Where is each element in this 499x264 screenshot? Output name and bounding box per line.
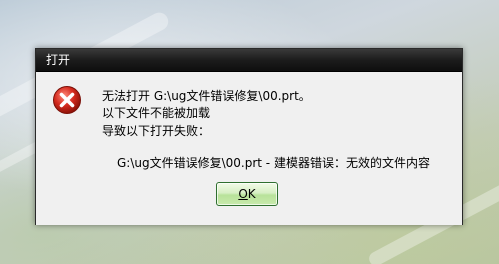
ok-label-rest: K <box>247 187 256 201</box>
ok-button[interactable]: OK <box>216 182 278 206</box>
error-detail: G:\ug文件错误修复\00.prt - 建模器错误：无效的文件内容 <box>117 156 430 170</box>
error-message-line-1: 无法打开 G:\ug文件错误修复\00.prt。 <box>102 89 311 103</box>
open-error-dialog: 打开 无法打开 G:\ug文件错误修复\00.prt。 以下文件不能被加载 导致… <box>35 48 463 225</box>
error-message-line-2: 以下文件不能被加载 <box>102 106 211 120</box>
ok-mnemonic: O <box>238 187 248 201</box>
dialog-title: 打开 <box>46 53 71 67</box>
dialog-title-bar[interactable]: 打开 <box>36 49 462 71</box>
error-message-line-3: 导致以下打开失败： <box>102 124 211 138</box>
desktop-background: 打开 无法打开 G:\ug文件错误修复\00.prt。 以下文件不能被加载 导致… <box>0 0 499 264</box>
dialog-body: 无法打开 G:\ug文件错误修复\00.prt。 以下文件不能被加载 导致以下打… <box>36 71 462 225</box>
error-icon <box>53 86 81 114</box>
